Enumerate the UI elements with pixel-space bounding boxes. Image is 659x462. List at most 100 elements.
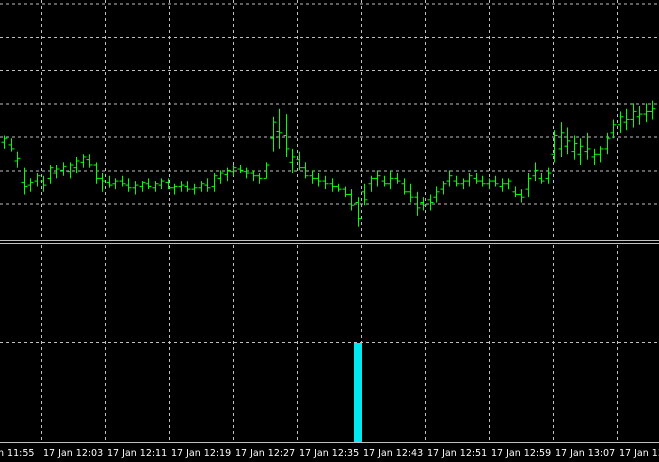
ohlc-bar xyxy=(636,106,643,125)
ohlc-bar xyxy=(525,173,532,198)
ohlc-bar xyxy=(53,165,60,179)
ohlc-bar xyxy=(440,181,447,195)
ohlc-bar xyxy=(289,148,296,174)
ohlc-bar xyxy=(211,173,218,192)
ohlc-bar xyxy=(237,165,244,174)
time-label: 17 Jan 12:51 xyxy=(427,448,487,459)
ohlc-bar xyxy=(224,167,231,182)
ohlc-bar xyxy=(446,170,453,187)
volume-grid xyxy=(0,245,659,442)
ohlc-bar xyxy=(263,162,270,179)
ohlc-bar xyxy=(368,175,375,192)
ohlc-bar xyxy=(623,108,630,131)
ohlc-bar xyxy=(40,175,47,192)
ohlc-bar xyxy=(152,181,159,192)
time-label: 17 Jan 12:59 xyxy=(491,448,551,459)
ohlc-bar xyxy=(106,175,113,188)
ohlc-bar xyxy=(230,165,237,176)
ohlc-bar xyxy=(145,178,152,190)
ohlc-bar xyxy=(649,100,656,120)
ohlc-bar xyxy=(184,181,191,192)
ohlc-bar xyxy=(597,146,604,163)
ohlc-bar xyxy=(276,108,283,149)
ohlc-bar xyxy=(610,119,617,139)
ohlc-bar xyxy=(296,151,303,171)
ohlc-bar xyxy=(158,178,165,190)
ohlc-bar xyxy=(99,173,106,192)
ohlc-bar xyxy=(335,183,342,192)
chart-window[interactable]: n 11:55 17 Jan 12:03 17 Jan 12:11 17 Jan… xyxy=(0,0,659,462)
volume-series xyxy=(354,343,362,442)
ohlc-bar xyxy=(433,186,440,203)
ohlc-bar xyxy=(14,151,21,168)
ohlc-bar xyxy=(322,175,329,190)
ohlc-bar xyxy=(505,178,512,190)
ohlc-bar xyxy=(132,181,139,195)
ohlc-bar xyxy=(538,173,545,184)
price-grid xyxy=(0,0,659,239)
price-series xyxy=(1,100,656,227)
time-label: 17 Jan 12:35 xyxy=(299,448,359,459)
ohlc-bar xyxy=(250,170,257,182)
ohlc-bar xyxy=(93,162,100,184)
ohlc-bar xyxy=(60,162,67,176)
time-label: 17 Jan 12:19 xyxy=(171,448,231,459)
ohlc-bar xyxy=(302,162,309,179)
time-label: n 11:55 xyxy=(0,448,34,459)
time-label: 17 Jan 13:07 xyxy=(555,448,615,459)
time-label: 17 Jan 13 xyxy=(619,448,659,459)
ohlc-bar xyxy=(453,175,460,187)
ohlc-bar xyxy=(139,181,146,192)
ohlc-bar xyxy=(217,170,224,184)
ohlc-bar xyxy=(387,170,394,190)
ohlc-bar xyxy=(165,178,172,190)
ohlc-bar xyxy=(67,162,74,179)
ohlc-bar xyxy=(532,162,539,182)
ohlc-bar xyxy=(270,116,277,152)
ohlc-bar xyxy=(571,135,578,160)
ohlc-bar xyxy=(486,178,493,190)
ohlc-bar xyxy=(591,148,598,165)
ohlc-bar xyxy=(198,181,205,192)
ohlc-bar xyxy=(394,173,401,184)
ohlc-bar xyxy=(427,194,434,211)
ohlc-bar xyxy=(512,186,519,198)
ohlc-bar xyxy=(47,165,54,184)
ohlc-bar xyxy=(27,178,34,192)
ohlc-bar xyxy=(125,178,132,192)
ohlc-bar xyxy=(630,103,637,128)
ohlc-bar xyxy=(315,173,322,187)
ohlc-bar xyxy=(361,183,368,206)
ohlc-bar xyxy=(407,183,414,203)
volume-bar xyxy=(354,343,362,442)
ohlc-bar xyxy=(119,175,126,187)
ohlc-bar xyxy=(492,175,499,187)
ohlc-bar xyxy=(577,138,584,165)
time-label: 17 Jan 12:27 xyxy=(235,448,295,459)
ohlc-bar xyxy=(479,175,486,187)
ohlc-bar xyxy=(80,154,87,168)
ohlc-bar xyxy=(191,183,198,195)
ohlc-bar xyxy=(460,178,467,190)
ohlc-bar xyxy=(499,178,506,192)
time-label: 17 Jan 12:03 xyxy=(43,448,103,459)
ohlc-bar xyxy=(355,197,362,227)
time-label: 17 Jan 12:11 xyxy=(107,448,167,459)
ohlc-bar xyxy=(171,183,178,195)
ohlc-bar xyxy=(348,189,355,211)
ohlc-bar xyxy=(283,114,290,157)
ohlc-bar xyxy=(329,178,336,192)
ohlc-bar xyxy=(564,127,571,155)
ohlc-bar xyxy=(1,135,8,149)
ohlc-bar xyxy=(86,154,93,168)
ohlc-bar xyxy=(178,181,185,192)
time-axis[interactable]: n 11:55 17 Jan 12:03 17 Jan 12:11 17 Jan… xyxy=(0,448,659,459)
ohlc-bar xyxy=(617,111,624,133)
ohlc-bar xyxy=(256,173,263,184)
ohlc-bar xyxy=(112,178,119,190)
ohlc-bar xyxy=(8,138,15,152)
ohlc-bar xyxy=(551,130,558,163)
ohlc-bar xyxy=(243,167,250,179)
ohlc-bar xyxy=(34,173,41,187)
ohlc-bar xyxy=(21,167,28,195)
